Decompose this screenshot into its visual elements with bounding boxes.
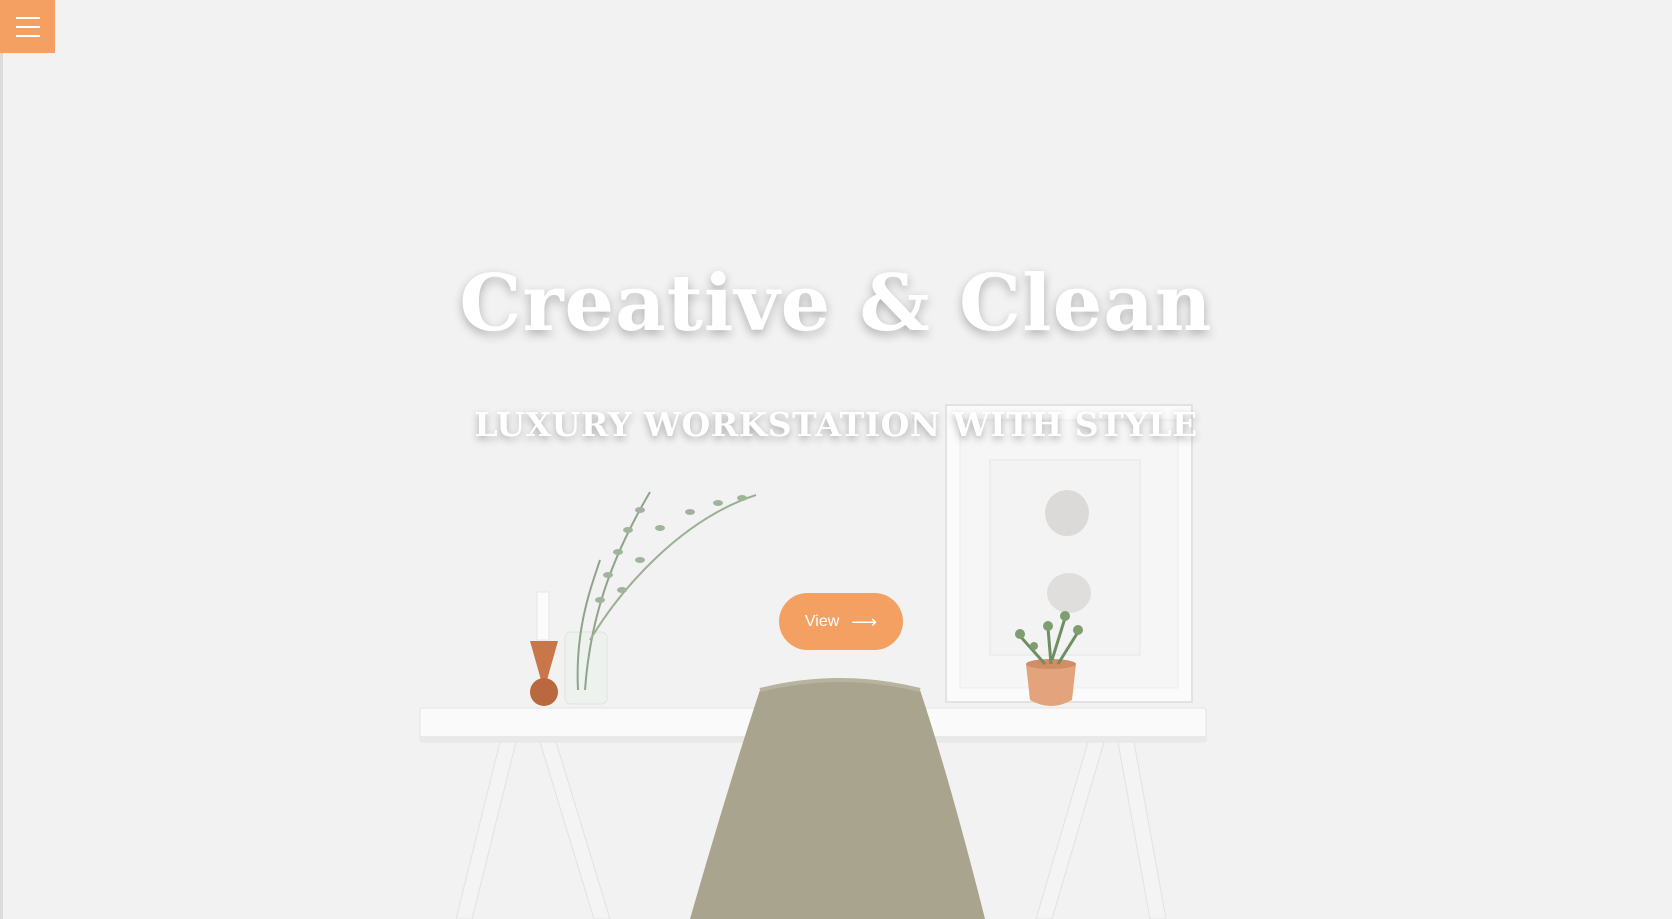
view-button-label: View (804, 612, 840, 630)
hamburger-menu-button[interactable] (0, 0, 55, 53)
hero-subtitle: LUXURY WORKSTATION WITH STYLE (474, 405, 1198, 444)
hero-section: Creative & Clean LUXURY WORKSTATION WITH… (0, 0, 1672, 919)
hero-background-image (0, 0, 1672, 919)
hamburger-menu-icon-bar (15, 25, 40, 28)
hamburger-menu-icon-bar (15, 34, 40, 37)
picture-frame (945, 404, 1193, 703)
hero-title: Creative & Clean (459, 258, 1213, 349)
hamburger-menu-icon (15, 16, 40, 19)
view-button[interactable]: View ⟶ (779, 593, 903, 650)
arrow-right-icon: ⟶ (851, 611, 878, 632)
